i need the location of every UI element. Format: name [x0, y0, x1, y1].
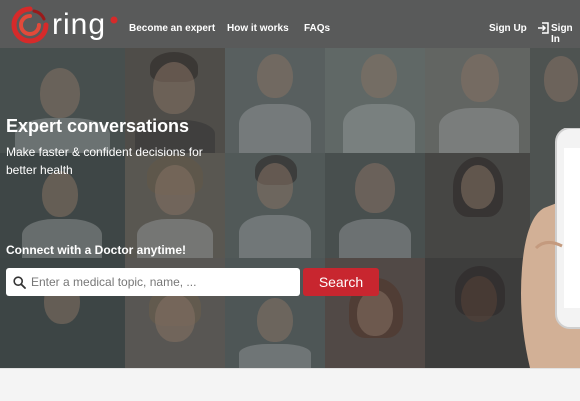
nav-how-it-works[interactable]: How it works [227, 23, 289, 34]
hero-title: Expert conversations [6, 116, 190, 136]
search-icon [13, 276, 26, 289]
brand-name: ring [52, 8, 107, 41]
phone-in-hand-image [521, 128, 580, 368]
ring-logo-icon [11, 6, 49, 44]
hero-subtitle: Make faster & confident decisions for be… [6, 145, 203, 177]
search-button[interactable]: Search [303, 268, 379, 296]
sign-in-link[interactable]: Sign In [551, 23, 580, 45]
ring-logo[interactable]: ring [10, 5, 122, 45]
hero-section: ring Become an expert How it works FAQs … [0, 0, 580, 368]
page-bottom-strip [0, 368, 580, 401]
nav-become-an-expert[interactable]: Become an expert [129, 23, 215, 34]
sign-up-link[interactable]: Sign Up [489, 23, 527, 34]
brand-badge-icon [110, 16, 118, 24]
sign-in-icon[interactable] [537, 22, 549, 34]
nav-faqs[interactable]: FAQs [304, 23, 330, 34]
hero-overlay [0, 0, 580, 368]
connect-tagline: Connect with a Doctor anytime! [6, 243, 187, 257]
top-navigation-bar: ring Become an expert How it works FAQs … [0, 0, 580, 48]
search-box[interactable] [6, 268, 300, 296]
search-input[interactable] [31, 272, 293, 292]
